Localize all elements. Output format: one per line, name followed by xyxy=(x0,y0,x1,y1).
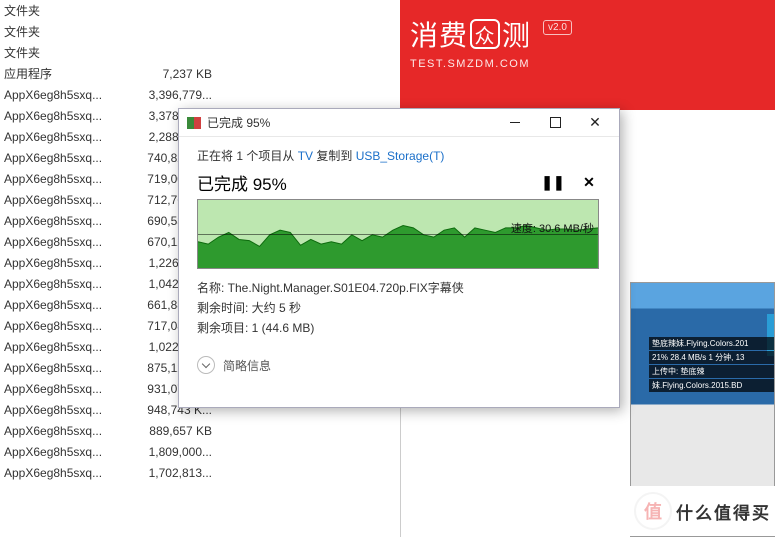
file-name: AppX6eg8h5sxq... xyxy=(0,382,128,396)
brand-right: 测 xyxy=(502,14,531,54)
remain-items-row: 剩余项目: 1 (44.6 MB) xyxy=(197,319,601,336)
file-name: AppX6eg8h5sxq... xyxy=(0,88,128,102)
name-label: 名称: xyxy=(197,281,228,295)
file-name: AppX6eg8h5sxq... xyxy=(0,319,128,333)
remain-items-value: 1 (44.6 MB) xyxy=(252,321,315,335)
simple-info-label: 简略信息 xyxy=(223,357,271,374)
file-name: AppX6eg8h5sxq... xyxy=(0,403,128,417)
brand-subtitle: TEST.SMZDM.COM xyxy=(410,58,765,70)
file-row[interactable]: 文件夹 xyxy=(0,42,400,63)
chevron-down-icon xyxy=(197,356,215,374)
copy-icon xyxy=(187,117,201,129)
upload-line: 妹.Flying.Colors.2015.BD xyxy=(649,379,774,392)
simple-info-toggle[interactable]: 简略信息 xyxy=(197,356,601,374)
upload-line: 上传中: 垫底辣 xyxy=(649,365,774,378)
file-name: AppX6eg8h5sxq... xyxy=(0,193,128,207)
copy-description: 正在将 1 个项目从 TV 复制到 USB_Storage(T) xyxy=(197,147,601,164)
brand-coin-icon: 值 xyxy=(634,492,672,530)
pause-button[interactable]: ❚❚ xyxy=(541,171,565,195)
file-row[interactable]: AppX6eg8h5sxq...1,809,000... xyxy=(0,441,400,462)
file-row[interactable]: AppX6eg8h5sxq...889,657 KB xyxy=(0,420,400,441)
file-name: AppX6eg8h5sxq... xyxy=(0,424,128,438)
remain-time-label: 剩余时间: xyxy=(197,301,252,315)
file-name: AppX6eg8h5sxq... xyxy=(0,214,128,228)
copy-dialog: 已完成 95% ✕ 正在将 1 个项目从 TV 复制到 USB_Storage(… xyxy=(178,108,620,408)
file-size: 1,809,000... xyxy=(128,445,218,459)
source-link[interactable]: TV xyxy=(298,149,313,163)
file-row[interactable]: 应用程序7,237 KB xyxy=(0,63,400,84)
file-name: 文件夹 xyxy=(0,23,128,40)
file-name-row: 名称: The.Night.Manager.S01E04.720p.FIX字幕侠 xyxy=(197,279,601,296)
upload-line: 21% 28.4 MB/s 1 分钟, 13 xyxy=(649,351,774,364)
copy-prefix: 正在将 1 个项目从 xyxy=(197,149,298,163)
speed-label: 速度: 30.6 MB/秒 xyxy=(511,220,594,236)
file-name: AppX6eg8h5sxq... xyxy=(0,466,128,480)
file-name: AppX6eg8h5sxq... xyxy=(0,130,128,144)
file-name: 文件夹 xyxy=(0,2,128,19)
file-name: 应用程序 xyxy=(0,65,128,82)
remain-items-label: 剩余项目: xyxy=(197,321,252,335)
titlebar[interactable]: 已完成 95% ✕ xyxy=(179,109,619,137)
file-name: 文件夹 xyxy=(0,44,128,61)
file-name: AppX6eg8h5sxq... xyxy=(0,298,128,312)
window-title: 已完成 95% xyxy=(207,114,495,131)
file-size: 7,237 KB xyxy=(128,67,218,81)
upload-line: 垫底辣妹.Flying.Colors.201 xyxy=(649,337,774,350)
file-name: AppX6eg8h5sxq... xyxy=(0,277,128,291)
file-name: AppX6eg8h5sxq... xyxy=(0,151,128,165)
remain-time-value: 大约 5 秒 xyxy=(252,301,301,315)
file-name: AppX6eg8h5sxq... xyxy=(0,445,128,459)
close-button[interactable]: ✕ xyxy=(575,110,615,136)
file-size: 3,396,779... xyxy=(128,88,218,102)
dialog-body: 正在将 1 个项目从 TV 复制到 USB_Storage(T) 已完成 95%… xyxy=(179,137,619,384)
upload-status: 垫底辣妹.Flying.Colors.201 21% 28.4 MB/s 1 分… xyxy=(649,337,774,393)
file-row[interactable]: 文件夹 xyxy=(0,21,400,42)
cancel-button[interactable]: ✕ xyxy=(577,171,601,195)
file-size: 889,657 KB xyxy=(128,424,218,438)
brand-badge: 众 xyxy=(470,19,500,49)
dest-link[interactable]: USB_Storage(T) xyxy=(356,149,445,163)
file-name: AppX6eg8h5sxq... xyxy=(0,340,128,354)
bottom-brand: 值 什么值得买 xyxy=(630,486,775,536)
file-row[interactable]: 文件夹 xyxy=(0,0,400,21)
brand-title: 消费 众 测 xyxy=(410,14,531,54)
progress-text: 已完成 95% xyxy=(197,170,529,195)
file-size: 1,702,813... xyxy=(128,466,218,480)
file-name: AppX6eg8h5sxq... xyxy=(0,109,128,123)
file-name: AppX6eg8h5sxq... xyxy=(0,172,128,186)
remain-time-row: 剩余时间: 大约 5 秒 xyxy=(197,299,601,316)
speed-chart: 速度: 30.6 MB/秒 xyxy=(197,199,599,269)
file-row[interactable]: AppX6eg8h5sxq...3,396,779... xyxy=(0,84,400,105)
file-name: AppX6eg8h5sxq... xyxy=(0,361,128,375)
file-row[interactable]: AppX6eg8h5sxq...1,702,813... xyxy=(0,462,400,483)
minimize-button[interactable] xyxy=(495,110,535,136)
name-value: The.Night.Manager.S01E04.720p.FIX字幕侠 xyxy=(228,281,464,295)
brand-version: v2.0 xyxy=(543,20,572,35)
maximize-button[interactable] xyxy=(535,110,575,136)
copy-mid: 复制到 xyxy=(313,149,356,163)
brand-text: 什么值得买 xyxy=(676,499,771,524)
file-name: AppX6eg8h5sxq... xyxy=(0,235,128,249)
brand-banner: 消费 众 测 v2.0 TEST.SMZDM.COM xyxy=(400,0,775,110)
file-name: AppX6eg8h5sxq... xyxy=(0,256,128,270)
brand-left: 消费 xyxy=(410,14,468,54)
